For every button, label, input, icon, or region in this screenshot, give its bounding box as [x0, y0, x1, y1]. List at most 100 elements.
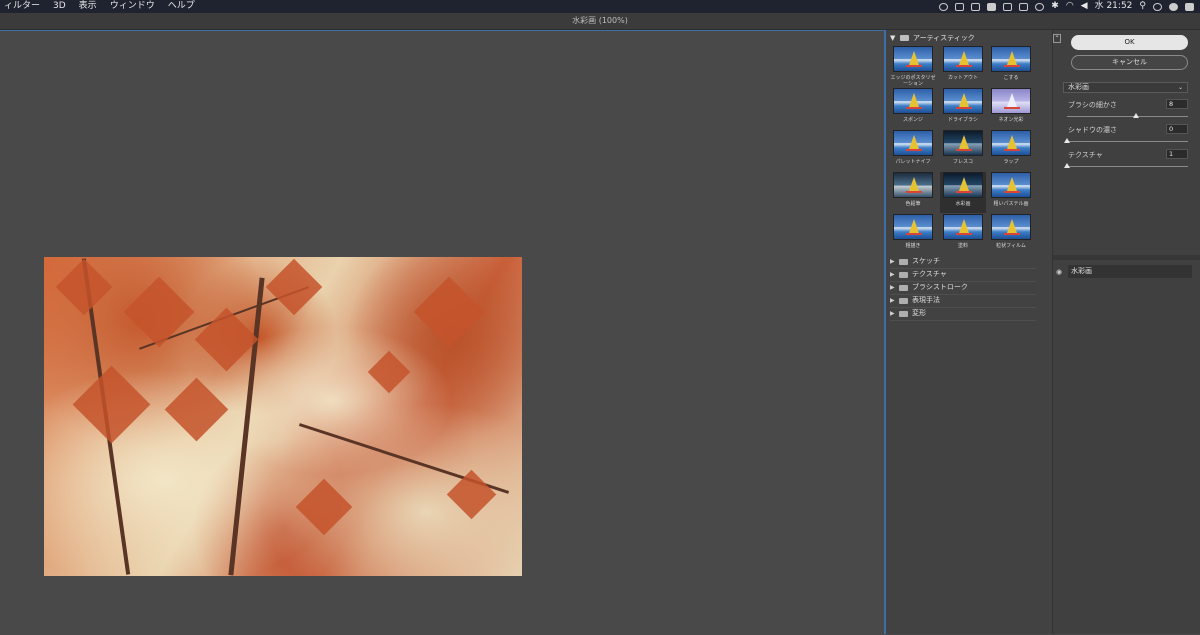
filter-settings-panel: ⌃ OK キャンセル 水彩画 ⌄ ブラシの細かさ 8 シャドウの濃さ 0 テクス… — [1053, 30, 1200, 634]
visibility-eye-icon[interactable]: ◉ — [1053, 268, 1065, 276]
filter-preview-image — [893, 88, 933, 114]
folder-icon — [899, 258, 908, 265]
filter-thumbnail-label: カットアウト — [947, 75, 978, 81]
texture-slider[interactable] — [1067, 166, 1188, 167]
filter-thumbnail-label: 色鉛筆 — [905, 201, 921, 207]
filter-preview-image — [893, 172, 933, 198]
filter-thumbnail[interactable]: パレットナイフ — [890, 130, 936, 165]
texture-slider-thumb[interactable] — [1064, 163, 1070, 168]
category-texture[interactable]: ▶ テクスチャ — [890, 268, 1036, 282]
brush-detail-input[interactable]: 8 — [1166, 99, 1188, 109]
menu-view[interactable]: 表示 — [79, 0, 97, 13]
disclosure-closed-icon: ▶ — [890, 310, 895, 317]
filter-thumbnail[interactable]: フレスコ — [940, 130, 986, 165]
chevron-down-icon: ⌄ — [1177, 84, 1183, 91]
filter-thumbnail-label: 粗描き — [905, 243, 921, 249]
category-stylize[interactable]: ▶ 表現手法 — [890, 294, 1036, 308]
filter-preview-image — [943, 88, 983, 114]
notification-center-icon[interactable] — [1185, 2, 1194, 11]
filter-thumbnail-label: ネオン光彩 — [998, 117, 1024, 123]
siri-icon[interactable] — [1153, 2, 1162, 11]
filter-thumbnail-label: 塗料 — [957, 243, 968, 249]
cancel-button[interactable]: キャンセル — [1071, 55, 1188, 70]
filter-thumbnail-label: 粒状フィルム — [996, 243, 1026, 249]
wifi-icon[interactable]: ◠ — [1066, 0, 1074, 13]
category-artistic[interactable]: ▼ アーティスティック — [890, 32, 975, 44]
shadow-intensity-slider[interactable] — [1067, 141, 1188, 142]
filter-thumbnail-label: パレットナイフ — [895, 159, 931, 165]
category-distort[interactable]: ▶ 変形 — [890, 307, 1036, 321]
filter-thumbnail[interactable]: エッジのポスタリゼーション — [890, 46, 936, 87]
filter-thumbnail[interactable]: ネオン光彩 — [988, 88, 1034, 123]
filter-thumbnail[interactable]: ドライブラシ — [940, 88, 986, 123]
filter-thumbnail-label: スポンジ — [902, 117, 923, 123]
filter-thumbnail-label: 水彩画 — [955, 201, 971, 207]
filter-thumbnail[interactable]: 水彩画 — [940, 172, 986, 213]
disclosure-closed-icon: ▶ — [890, 258, 895, 265]
menu-3d[interactable]: 3D — [53, 0, 66, 13]
ok-button[interactable]: OK — [1071, 35, 1188, 50]
filter-select-dropdown[interactable]: 水彩画 ⌄ — [1063, 82, 1188, 93]
menu-filter[interactable]: ィルター — [4, 0, 40, 13]
filter-thumbnail-label: こする — [1003, 75, 1019, 81]
filter-thumbnail[interactable]: 塗料 — [940, 214, 986, 249]
filter-preview-image — [943, 46, 983, 72]
brush-detail-slider-thumb[interactable] — [1132, 113, 1139, 118]
filter-thumbnail-label: ラップ — [1003, 159, 1019, 165]
volume-icon[interactable]: ◀ — [1081, 0, 1088, 13]
user-icon[interactable] — [1169, 2, 1178, 11]
display-icon[interactable] — [987, 2, 997, 11]
filter-thumbnail[interactable]: こする — [988, 46, 1034, 81]
filter-thumbnail[interactable]: 粗いパステル画 — [988, 172, 1034, 207]
category-brush-strokes[interactable]: ▶ ブラシストローク — [890, 281, 1036, 295]
filter-thumbnail-label: フレスコ — [952, 159, 973, 165]
effect-layer-row[interactable]: ◉ 水彩画 — [1053, 264, 1193, 279]
filter-preview-image — [991, 46, 1031, 72]
mac-menu-bar: ィルター 3D 表示 ウィンドウ ヘルプ ✱ ◠ ◀ 水 21:52 ⚲ — [0, 0, 1200, 13]
filter-thumbnail-label: 粗いパステル画 — [993, 201, 1029, 207]
filter-select-value: 水彩画 — [1068, 83, 1089, 91]
category-sketch[interactable]: ▶ スケッチ — [890, 255, 1036, 269]
filter-thumbnail[interactable]: 色鉛筆 — [890, 172, 936, 207]
clipboard-icon[interactable] — [1003, 2, 1013, 11]
filter-preview-image — [991, 172, 1031, 198]
preview-area[interactable] — [0, 30, 884, 635]
disclosure-closed-icon: ▶ — [890, 271, 895, 278]
texture-input[interactable]: 1 — [1166, 149, 1188, 159]
shield-icon[interactable] — [971, 2, 981, 11]
filter-preview-image — [943, 172, 983, 198]
airplay-icon[interactable] — [1019, 2, 1029, 11]
creative-cloud-icon[interactable] — [939, 2, 949, 11]
folder-icon — [899, 284, 908, 291]
menu-help[interactable]: ヘルプ — [168, 0, 195, 13]
filter-preview-image — [943, 130, 983, 156]
panel-separator — [1053, 255, 1200, 260]
bluetooth-icon[interactable]: ✱ — [1051, 0, 1059, 13]
shadow-intensity-slider-thumb[interactable] — [1064, 138, 1070, 143]
menu-window[interactable]: ウィンドウ — [110, 0, 155, 13]
filter-thumbnail[interactable]: スポンジ — [890, 88, 936, 123]
filter-preview-image — [991, 88, 1031, 114]
spotlight-search-icon[interactable]: ⚲ — [1139, 0, 1146, 13]
disclosure-closed-icon: ▶ — [890, 284, 895, 291]
folder-icon — [900, 35, 909, 41]
brush-detail-label: ブラシの細かさ — [1068, 101, 1117, 109]
filter-thumbnail[interactable]: 粒状フィルム — [988, 214, 1034, 249]
time-machine-icon[interactable] — [1035, 2, 1045, 11]
filter-thumbnail[interactable]: カットアウト — [940, 46, 986, 81]
brush-detail-slider[interactable] — [1067, 116, 1188, 117]
shadow-intensity-label: シャドウの濃さ — [1068, 126, 1117, 134]
dropbox-icon[interactable] — [955, 2, 965, 11]
filter-gallery-panel: ▼ アーティスティック エッジのポスタリゼーション カットアウト こするスポンジ ドラ… — [886, 30, 1053, 634]
filter-thumbnail-label: エッジのポスタリゼーション — [890, 75, 936, 87]
filter-preview-image — [943, 214, 983, 240]
filter-preview-image — [991, 214, 1031, 240]
preview-image[interactable] — [44, 257, 522, 576]
collapse-gallery-button[interactable]: ⌃ — [1053, 34, 1061, 43]
shadow-intensity-input[interactable]: 0 — [1166, 124, 1188, 134]
filter-preview-image — [991, 130, 1031, 156]
clock[interactable]: 水 21:52 — [1095, 0, 1133, 13]
filter-preview-image — [893, 130, 933, 156]
filter-thumbnail[interactable]: 粗描き — [890, 214, 936, 249]
filter-thumbnail[interactable]: ラップ — [988, 130, 1034, 165]
